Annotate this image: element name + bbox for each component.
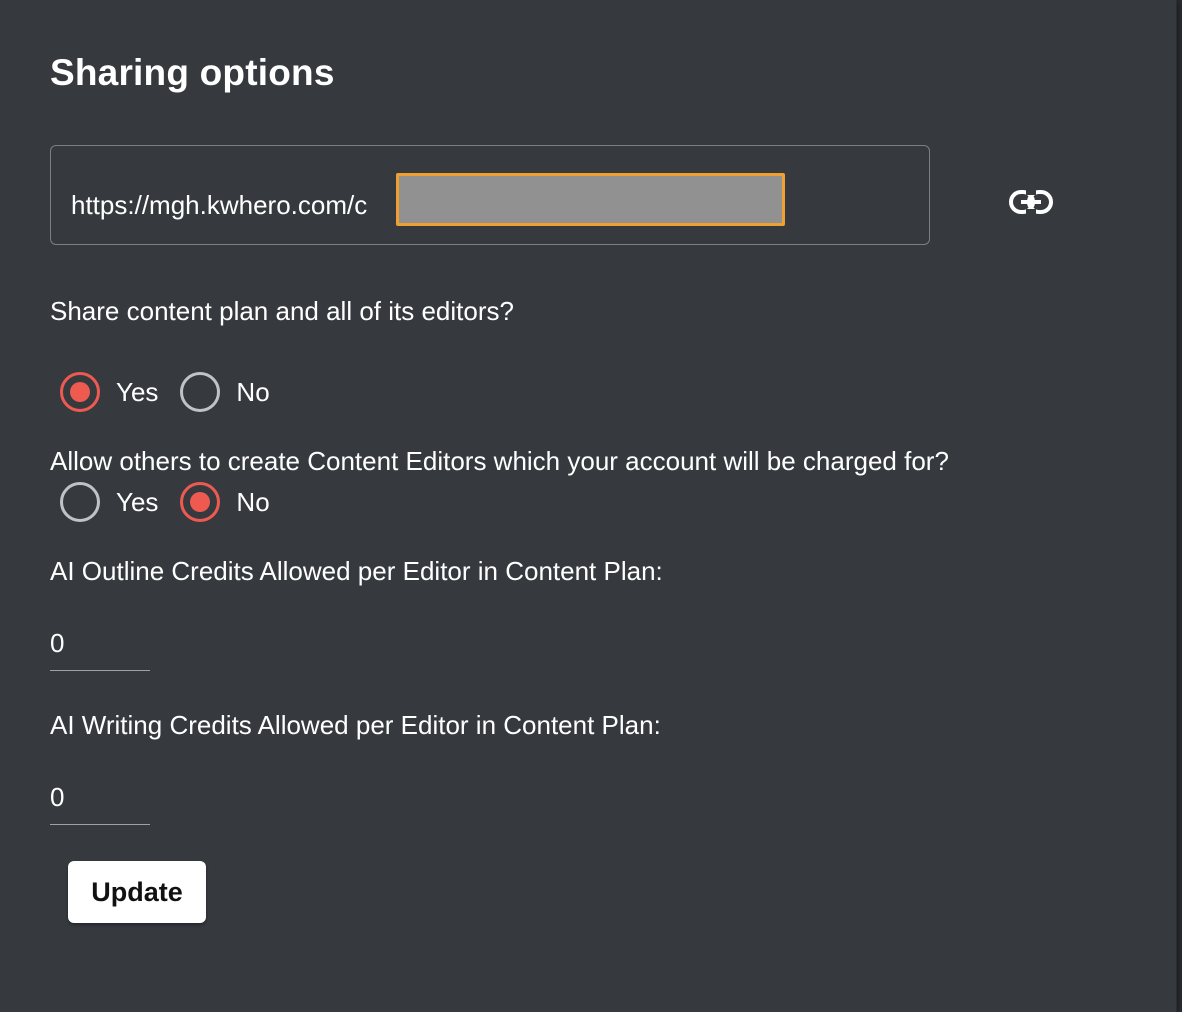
outline-credits-value[interactable]: 0 [50,628,64,659]
sharing-options-dialog: Sharing options https://mgh.kwhero.com/c… [0,0,1177,1012]
redacted-overlay [396,173,785,226]
share-plan-radio-group: Yes No [60,372,292,412]
allow-create-yes-option[interactable]: Yes [60,482,158,522]
share-plan-no-option[interactable]: No [180,372,270,412]
allow-create-no-label[interactable]: No [236,487,269,518]
update-button[interactable]: Update [68,861,206,923]
share-url-field[interactable]: https://mgh.kwhero.com/c [50,145,930,245]
share-plan-yes-label[interactable]: Yes [116,377,158,408]
outline-credits-label: AI Outline Credits Allowed per Editor in… [50,556,663,586]
writing-credits-value[interactable]: 0 [50,782,64,813]
allow-create-question: Allow others to create Content Editors w… [50,446,949,476]
share-url-text[interactable]: https://mgh.kwhero.com/c [71,190,367,221]
share-plan-yes-option[interactable]: Yes [60,372,158,412]
allow-create-no-option[interactable]: No [180,482,270,522]
allow-create-no-radio[interactable] [180,482,221,522]
share-plan-no-label[interactable]: No [236,377,269,408]
link-icon[interactable] [1008,186,1054,218]
share-plan-no-radio[interactable] [180,372,221,412]
share-plan-question: Share content plan and all of its editor… [50,296,514,326]
allow-create-yes-label[interactable]: Yes [116,487,158,518]
allow-create-radio-group: Yes No [60,482,292,522]
writing-credits-input[interactable]: 0 [50,780,150,825]
outline-credits-input[interactable]: 0 [50,626,150,671]
writing-credits-label: AI Writing Credits Allowed per Editor in… [50,710,661,740]
allow-create-yes-radio[interactable] [60,482,100,522]
dialog-title: Sharing options [50,52,335,93]
share-plan-yes-radio[interactable] [60,372,100,412]
